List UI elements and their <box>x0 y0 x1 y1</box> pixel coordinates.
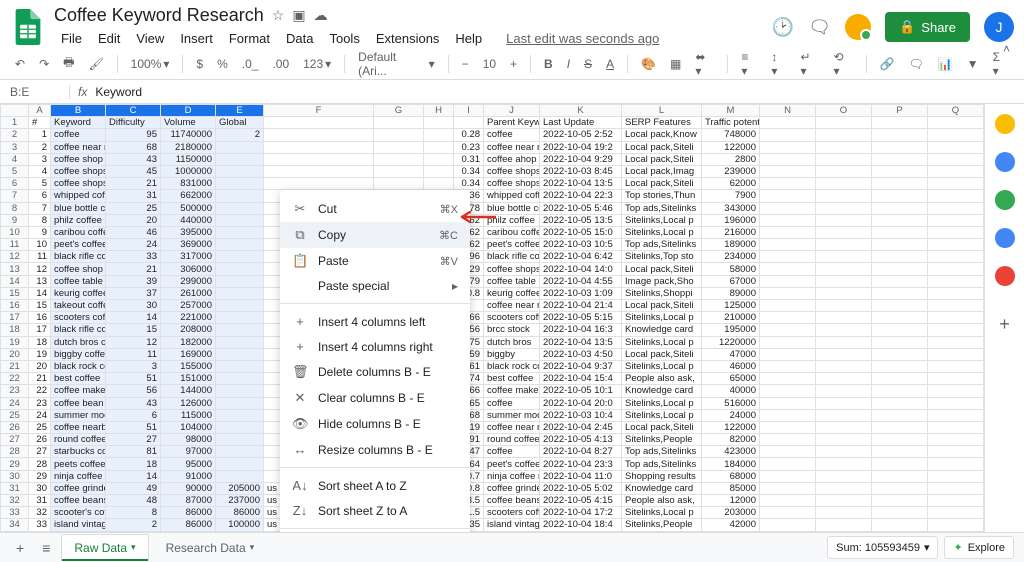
last-edit-link[interactable]: Last edit was seconds ago <box>499 28 666 49</box>
sheet-tabs-bar: + ≡ Raw Data▾ Research Data▾ Sum: 105593… <box>0 532 1024 562</box>
filter-button[interactable]: ▼ <box>962 54 984 74</box>
explore-button[interactable]: ✦Explore <box>944 536 1014 559</box>
menu-view[interactable]: View <box>129 28 171 49</box>
toolbar: ↶ ↷ 🖶 🖌 100% ▾ $ % .0_ .00 123▾ Default … <box>0 48 1024 80</box>
redo-button[interactable]: ↷ <box>34 54 54 74</box>
lock-icon: 🔒 <box>899 19 915 35</box>
menu-data[interactable]: Data <box>279 28 320 49</box>
spreadsheet-grid[interactable]: ABCDEFGHIJKLMNOPQRST1#KeywordDifficultyV… <box>0 104 984 532</box>
font-size-dec[interactable]: − <box>457 54 474 74</box>
font-select[interactable]: Default (Ari... ▾ <box>353 47 440 81</box>
menu-file[interactable]: File <box>54 28 89 49</box>
link-button[interactable]: 🔗 <box>875 54 900 74</box>
comment-button[interactable]: 🗨 <box>903 54 928 74</box>
v-align-button[interactable]: ↕ ▾ <box>766 47 791 81</box>
menu-insert[interactable]: Insert <box>173 28 220 49</box>
menu-extensions[interactable]: Extensions <box>369 28 447 49</box>
menu-help[interactable]: Help <box>448 28 489 49</box>
zoom-select[interactable]: 100% ▾ <box>126 54 175 74</box>
menu-edit[interactable]: Edit <box>91 28 127 49</box>
move-icon[interactable]: ▣ <box>292 7 305 24</box>
star-icon[interactable]: ☆ <box>272 7 285 24</box>
plus-icon: + <box>292 339 308 354</box>
clear-icon: ✕ <box>292 390 308 406</box>
h-align-button[interactable]: ≡ ▾ <box>736 47 762 81</box>
menu-cut[interactable]: ✂Cut⌘X <box>280 196 470 222</box>
share-button[interactable]: 🔒 Share <box>885 12 970 42</box>
menu-clear[interactable]: ✕Clear columns B - E <box>280 385 470 411</box>
sum-display[interactable]: Sum: 105593459▾ <box>827 536 938 559</box>
functions-button[interactable]: Σ ▾ <box>988 47 1014 81</box>
meet-presence[interactable] <box>845 14 871 40</box>
add-sheet-button[interactable]: + <box>10 536 30 560</box>
fx-icon: fx <box>70 85 95 99</box>
menu-paste-special[interactable]: Paste special▸ <box>280 274 470 298</box>
more-formats-button[interactable]: 123▾ <box>298 54 336 74</box>
print-button[interactable]: 🖶 <box>58 50 79 77</box>
menu-tools[interactable]: Tools <box>322 28 366 49</box>
contacts-icon[interactable] <box>995 228 1015 248</box>
tab-research-data[interactable]: Research Data▾ <box>154 535 267 561</box>
undo-button[interactable]: ↶ <box>10 54 30 74</box>
keep-icon[interactable] <box>995 152 1015 172</box>
tab-raw-data[interactable]: Raw Data▾ <box>62 535 147 561</box>
formula-input[interactable]: Keyword <box>95 85 1014 99</box>
menu-format[interactable]: Format <box>222 28 277 49</box>
toolbar-collapse[interactable]: ˄ <box>1003 42 1010 56</box>
sort-za-icon: Z↓ <box>292 503 308 518</box>
paste-icon: 📋 <box>292 253 308 269</box>
strike-button[interactable]: S <box>579 54 597 74</box>
cut-icon: ✂ <box>292 201 308 217</box>
hide-icon: 👁 <box>292 416 308 432</box>
percent-button[interactable]: % <box>212 54 233 74</box>
resize-icon: ↔ <box>292 442 308 457</box>
paint-format-button[interactable]: 🖌 <box>83 54 108 74</box>
history-icon[interactable]: 🕑 <box>772 17 794 38</box>
share-label: Share <box>921 20 956 35</box>
menu-insert-left[interactable]: +Insert 4 columns left <box>280 309 470 334</box>
sheets-logo[interactable] <box>10 9 46 45</box>
tasks-icon[interactable] <box>995 190 1015 210</box>
column-context-menu: ✂Cut⌘X ⧉Copy⌘C 📋Paste⌘V Paste special▸ +… <box>280 190 470 532</box>
maps-icon[interactable] <box>995 266 1015 286</box>
font-size-inc[interactable]: + <box>505 54 522 74</box>
wrap-button[interactable]: ↵ ▾ <box>795 47 824 81</box>
plus-icon: + <box>292 314 308 329</box>
increase-decimal-button[interactable]: .00 <box>267 54 294 74</box>
menu-resize[interactable]: ↔Resize columns B - E <box>280 437 470 462</box>
chart-button[interactable]: 📊 <box>933 54 958 74</box>
menu-sort-az[interactable]: A↓Sort sheet A to Z <box>280 473 470 498</box>
text-color-button[interactable]: A <box>601 54 619 74</box>
name-box[interactable]: B:E <box>10 85 70 99</box>
menu-hide[interactable]: 👁Hide columns B - E <box>280 411 470 437</box>
sort-az-icon: A↓ <box>292 478 308 493</box>
menu-copy[interactable]: ⧉Copy⌘C <box>280 222 470 248</box>
fill-color-button[interactable]: 🎨 <box>636 54 661 74</box>
add-addon-button[interactable]: + <box>999 314 1010 335</box>
bold-button[interactable]: B <box>539 54 558 74</box>
borders-button[interactable]: ▦ <box>665 54 686 74</box>
menu-delete[interactable]: 🗑Delete columns B - E <box>280 359 470 385</box>
currency-button[interactable]: $ <box>191 54 208 74</box>
calendar-icon[interactable] <box>995 114 1015 134</box>
menu-bar: FileEditViewInsertFormatDataToolsExtensi… <box>54 28 772 49</box>
side-panel: + <box>984 104 1024 532</box>
cloud-icon[interactable]: ☁ <box>314 7 328 24</box>
menu-insert-right[interactable]: +Insert 4 columns right <box>280 334 470 359</box>
all-sheets-button[interactable]: ≡ <box>36 536 56 560</box>
trash-icon: 🗑 <box>292 364 308 380</box>
account-avatar[interactable]: J <box>984 12 1014 42</box>
decrease-decimal-button[interactable]: .0_ <box>237 54 264 74</box>
italic-button[interactable]: I <box>562 54 575 74</box>
merge-button[interactable]: ⬌ ▾ <box>690 47 719 81</box>
menu-paste[interactable]: 📋Paste⌘V <box>280 248 470 274</box>
comment-icon[interactable]: 🗨 <box>808 17 831 38</box>
formula-bar: B:E fx Keyword <box>0 80 1024 104</box>
copy-icon: ⧉ <box>292 227 308 243</box>
font-size-input[interactable]: 10 <box>478 54 501 74</box>
menu-sort-za[interactable]: Z↓Sort sheet Z to A <box>280 498 470 523</box>
doc-title[interactable]: Coffee Keyword Research <box>54 5 264 26</box>
rotate-button[interactable]: ⟲ ▾ <box>829 47 858 81</box>
